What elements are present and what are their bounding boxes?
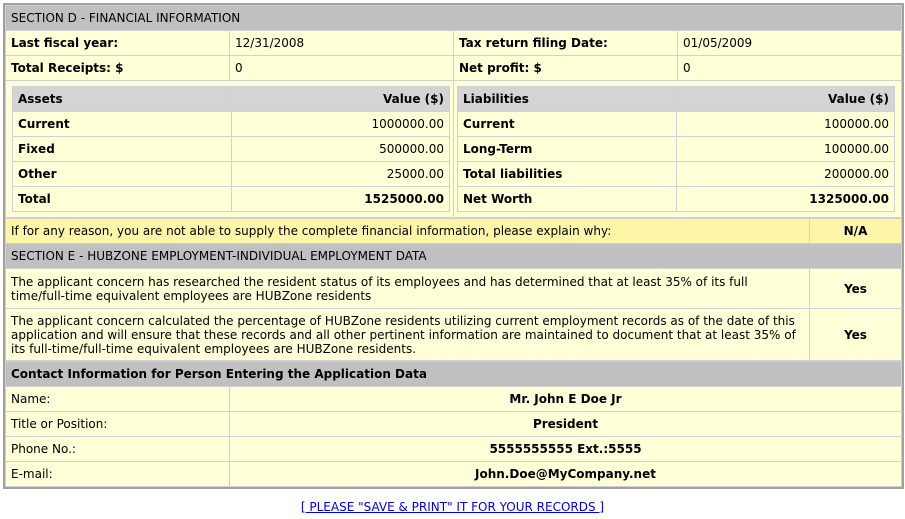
explain-label: If for any reason, you are not able to s… xyxy=(5,218,810,244)
section-e-title: SECTION E - HUBZONE EMPLOYMENT-INDIVIDUA… xyxy=(5,243,902,269)
asset-value: 500000.00 xyxy=(230,136,450,162)
liability-label: Total liabilities xyxy=(457,161,677,187)
assets-value-header: Value ($) xyxy=(230,86,450,112)
table-row: Name: Mr. John E Doe Jr xyxy=(5,386,902,412)
liability-value: 100000.00 xyxy=(675,111,895,137)
contact-value: John.Doe@MyCompany.net xyxy=(229,461,902,487)
liability-label: Current xyxy=(457,111,677,137)
table-row: Other 25000.00 xyxy=(12,161,450,187)
asset-total-label: Total xyxy=(12,186,232,212)
liabilities-container: Liabilities Value ($) Current 100000.00 Lo… xyxy=(453,80,902,218)
table-row: Total 1525000.00 xyxy=(12,186,450,212)
section-d-table: SECTION D - FINANCIAL INFORMATION Last f… xyxy=(5,5,902,218)
net-profit-value: 0 xyxy=(677,55,902,81)
save-print-link[interactable]: [ PLEASE "SAVE & PRINT" IT FOR YOUR RECO… xyxy=(301,500,604,514)
table-row: Long-Term 100000.00 xyxy=(457,136,895,162)
total-receipts-label: Total Receipts: $ xyxy=(5,55,230,81)
contact-value: 5555555555 Ext.:5555 xyxy=(229,436,902,462)
section-e-table: If for any reason, you are not able to s… xyxy=(5,218,902,361)
section-d-title: SECTION D - FINANCIAL INFORMATION xyxy=(5,5,902,31)
liability-value: 200000.00 xyxy=(675,161,895,187)
liability-label: Long-Term xyxy=(457,136,677,162)
table-row: E-mail: John.Doe@MyCompany.net xyxy=(5,461,902,487)
asset-value: 1000000.00 xyxy=(230,111,450,137)
asset-label: Current xyxy=(12,111,232,137)
employment-statement: The applicant concern has researched the… xyxy=(5,268,810,309)
asset-label: Other xyxy=(12,161,232,187)
assets-container: Assets Value ($) Current 1000000.00 Fixed 5… xyxy=(5,80,454,218)
table-row: Fixed 500000.00 xyxy=(12,136,450,162)
net-worth-label: Net Worth xyxy=(457,186,677,212)
net-profit-label: Net profit: $ xyxy=(453,55,678,81)
table-row: Total liabilities 200000.00 xyxy=(457,161,895,187)
table-row: Title or Position: President xyxy=(5,411,902,437)
total-receipts-value: 0 xyxy=(229,55,454,81)
table-row: Phone No.: 5555555555 Ext.:5555 xyxy=(5,436,902,462)
table-row: The applicant concern calculated the per… xyxy=(5,308,902,361)
liabilities-header: Liabilities xyxy=(457,86,677,112)
liability-value: 100000.00 xyxy=(675,136,895,162)
contact-title: Contact Information for Person Entering … xyxy=(5,361,902,387)
net-worth-value: 1325000.00 xyxy=(675,186,895,212)
contact-label: E-mail: xyxy=(5,461,230,487)
asset-label: Fixed xyxy=(12,136,232,162)
table-row: Current 1000000.00 xyxy=(12,111,450,137)
footer: [ PLEASE "SAVE & PRINT" IT FOR YOUR RECO… xyxy=(0,500,905,514)
contact-label: Title or Position: xyxy=(5,411,230,437)
table-row: The applicant concern has researched the… xyxy=(5,268,902,309)
assets-header: Assets xyxy=(12,86,232,112)
table-row: Current 100000.00 xyxy=(457,111,895,137)
contact-value: Mr. John E Doe Jr xyxy=(229,386,902,412)
last-fiscal-year-label: Last fiscal year: xyxy=(5,30,230,56)
asset-value: 25000.00 xyxy=(230,161,450,187)
application-summary: SECTION D - FINANCIAL INFORMATION Last f… xyxy=(3,3,904,489)
employment-statement: The applicant concern calculated the per… xyxy=(5,308,810,361)
last-fiscal-year-value: 12/31/2008 xyxy=(229,30,454,56)
contact-value: President xyxy=(229,411,902,437)
assets-table: Assets Value ($) Current 1000000.00 Fixed 5… xyxy=(12,86,450,212)
explain-value: N/A xyxy=(809,218,902,244)
employment-answer: Yes xyxy=(809,268,902,309)
employment-answer: Yes xyxy=(809,308,902,361)
contact-label: Name: xyxy=(5,386,230,412)
contact-table: Contact Information for Person Entering … xyxy=(5,361,902,487)
liabilities-table: Liabilities Value ($) Current 100000.00 Lo… xyxy=(457,86,895,212)
tax-return-value: 01/05/2009 xyxy=(677,30,902,56)
asset-total-value: 1525000.00 xyxy=(230,186,450,212)
table-row: Net Worth 1325000.00 xyxy=(457,186,895,212)
contact-label: Phone No.: xyxy=(5,436,230,462)
tax-return-label: Tax return filing Date: xyxy=(453,30,678,56)
liabilities-value-header: Value ($) xyxy=(675,86,895,112)
